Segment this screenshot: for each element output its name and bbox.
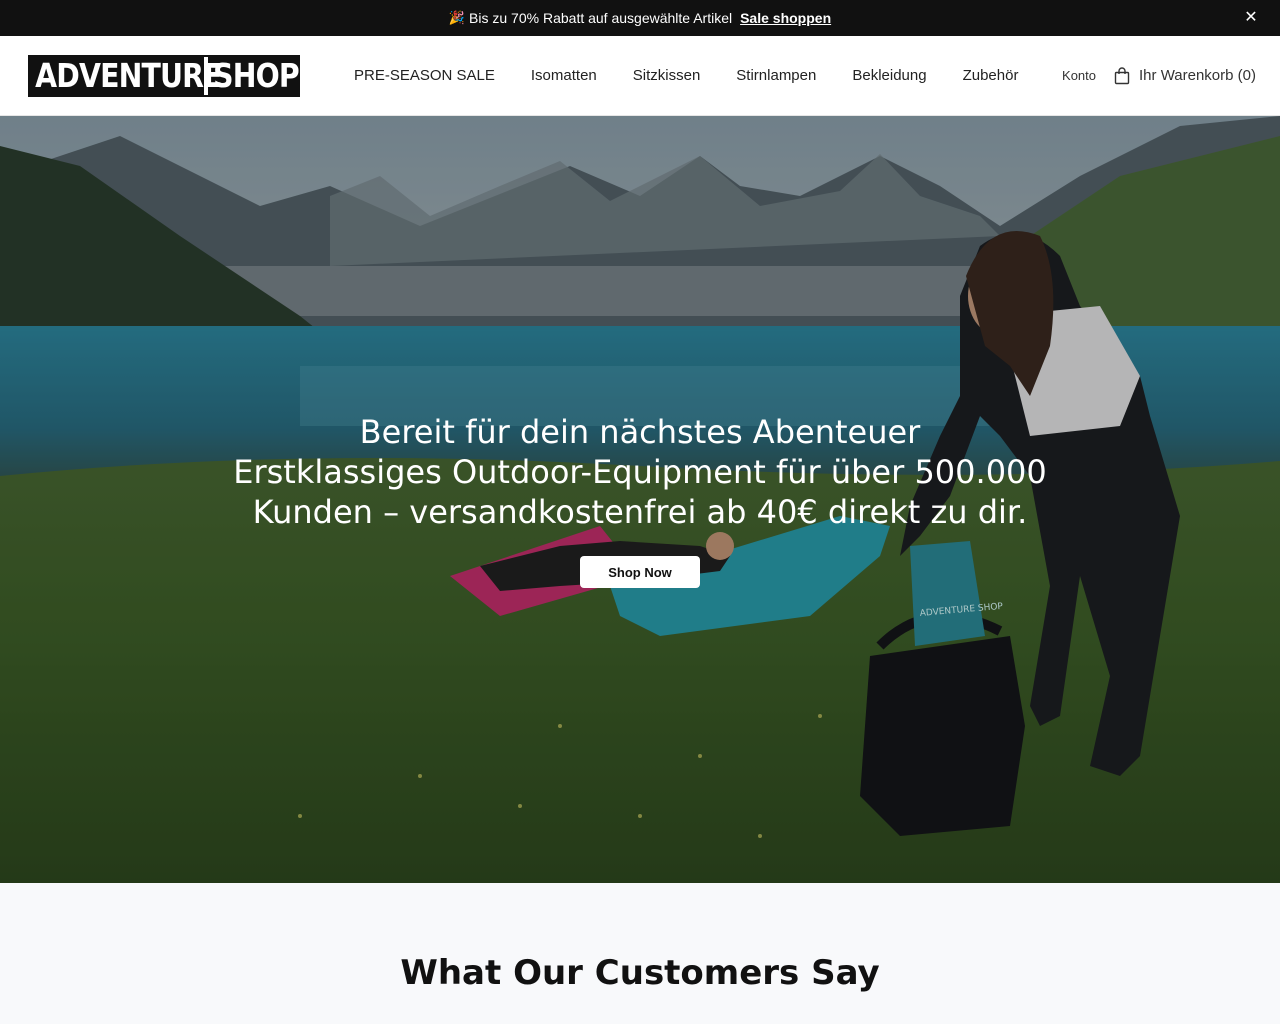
- nav-item-isomatten[interactable]: Isomatten: [531, 67, 597, 84]
- logo[interactable]: ADVENTURE SHOP: [28, 54, 300, 97]
- hero-subline: Erstklassiges Outdoor-Equipment für über…: [233, 453, 1047, 531]
- logo-word-shop: SHOP: [213, 55, 300, 95]
- site-header: ADVENTURE SHOP PRE-SEASON SALE Isomatten…: [0, 36, 1280, 116]
- hero-headline: Bereit für dein nächstes Abenteuer: [359, 413, 921, 451]
- party-popper-icon: 🎉: [448, 10, 466, 25]
- nav-item-pre-season-sale[interactable]: PRE-SEASON SALE: [354, 67, 495, 84]
- hero-copy: Bereit für dein nächstes Abenteuer Erstk…: [0, 412, 1280, 532]
- announcement-bar: 🎉 Bis zu 70% Rabatt auf ausgewählte Arti…: [0, 0, 1280, 36]
- main-nav: PRE-SEASON SALE Isomatten Sitzkissen Sti…: [354, 67, 1054, 84]
- shop-now-button[interactable]: Shop Now: [580, 556, 700, 588]
- hero-banner: ADVENTURE SHOP Bereit für dein nächstes …: [0, 116, 1280, 883]
- close-icon[interactable]: ✕: [1242, 9, 1260, 27]
- announcement-text: Bis zu 70% Rabatt auf ausgewählte Artike…: [469, 10, 733, 26]
- nav-item-zubehoer[interactable]: Zubehör: [963, 67, 1019, 84]
- logo-word-adventure: ADVENTURE: [35, 55, 222, 95]
- header-tools: Konto Ihr Warenkorb (0): [1062, 66, 1256, 85]
- nav-item-sitzkissen[interactable]: Sitzkissen: [633, 67, 701, 84]
- cart-button[interactable]: Ihr Warenkorb (0): [1114, 66, 1256, 85]
- account-link[interactable]: Konto: [1062, 68, 1096, 83]
- cart-label: Ihr Warenkorb (0): [1139, 67, 1256, 84]
- nav-item-stirnlampen[interactable]: Stirnlampen: [736, 67, 816, 84]
- testimonials-section: What Our Customers Say: [0, 883, 1280, 1024]
- shopping-bag-icon: [1114, 66, 1130, 84]
- sale-shop-link[interactable]: Sale shoppen: [740, 10, 831, 26]
- nav-item-bekleidung[interactable]: Bekleidung: [852, 67, 926, 84]
- testimonials-title: What Our Customers Say: [400, 953, 880, 993]
